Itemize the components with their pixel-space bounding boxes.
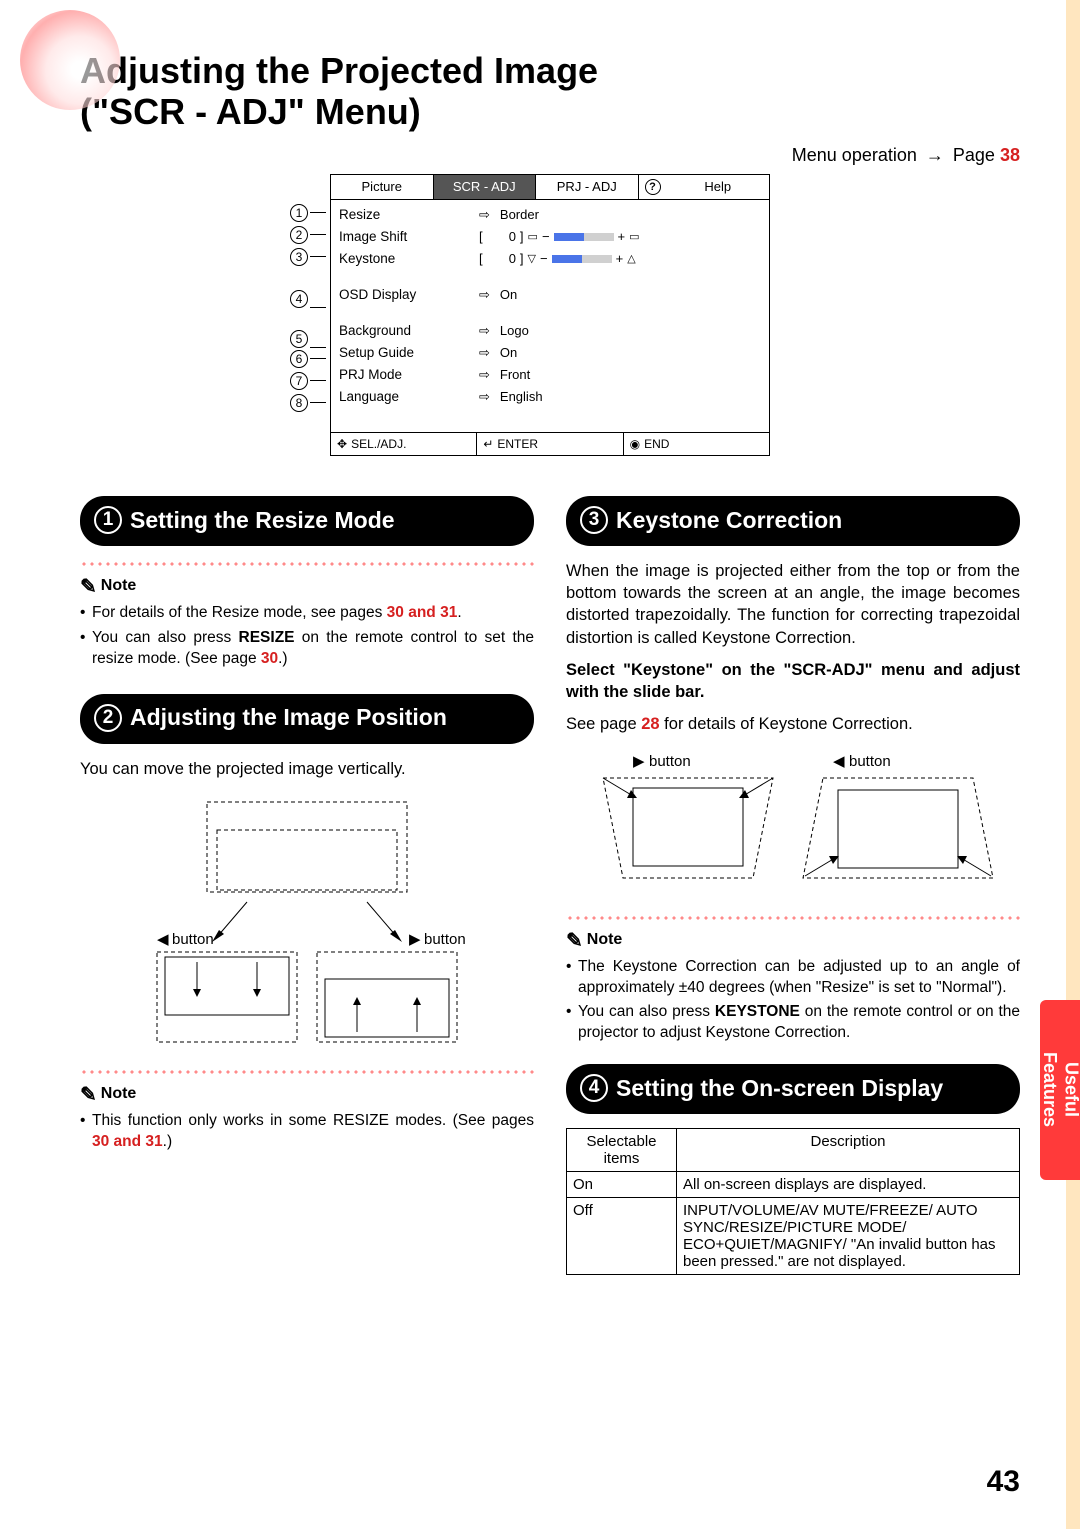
note-icon: ✎ — [80, 574, 97, 599]
note-icon: ✎ — [80, 1082, 97, 1107]
note-icon: ✎ — [566, 928, 583, 953]
section-3-instruction: Select "Keystone" on the "SCR-ADJ" menu … — [566, 659, 1020, 704]
menu-footer-end: ◉END — [624, 433, 769, 455]
side-tab-useful-features: UsefulFeatures — [1040, 1000, 1080, 1180]
title-line2: ("SCR - ADJ" Menu) — [80, 91, 421, 132]
dpad-icon: ✥ — [337, 437, 347, 451]
menu-footer-enter: ↵ENTER — [477, 433, 623, 455]
image-shift-diagram: ◀ button ▶ button — [80, 792, 534, 1052]
tab-prj-adj: PRJ - ADJ — [536, 175, 639, 200]
note-list: This function only works in some RESIZE … — [80, 1111, 534, 1153]
left-column: 1 Setting the Resize Mode ✎ Note For det… — [80, 486, 534, 1276]
dotted-separator — [566, 914, 1020, 922]
svg-text:◀: ◀ — [157, 931, 169, 948]
title-line1: Adjusting the Projected Image — [80, 50, 598, 91]
menu-row-numbers: 1 2 3 4 5 6 7 8 — [290, 202, 326, 414]
section-3-heading: 3 Keystone Correction — [566, 496, 1020, 546]
osd-table: Selectable items Description On All on-s… — [566, 1128, 1020, 1275]
svg-text:button: button — [649, 753, 691, 770]
note-heading: ✎ Note — [566, 928, 1020, 953]
button-label: button — [424, 931, 466, 948]
menu-tabs: Picture SCR - ADJ PRJ - ADJ ? Help — [331, 175, 769, 200]
slider-icon — [552, 255, 612, 263]
page-title: Adjusting the Projected Image ("SCR - AD… — [80, 50, 1020, 133]
table-row: On All on-screen displays are displayed. — [567, 1172, 1020, 1198]
end-icon: ◉ — [630, 437, 640, 451]
svg-text:◀: ◀ — [833, 753, 845, 770]
dotted-separator — [80, 560, 534, 568]
menu-operation-ref: Menu operation → Page 38 — [80, 145, 1020, 166]
note-list: The Keystone Correction can be adjusted … — [566, 957, 1020, 1045]
section-2-heading: 2 Adjusting the Image Position — [80, 694, 534, 744]
section-2-intro: You can move the projected image vertica… — [80, 758, 534, 780]
section-3-intro: When the image is projected either from … — [566, 560, 1020, 649]
menu-footer-sel: ✥SEL./ADJ. — [331, 433, 477, 455]
decorative-blob — [20, 10, 120, 110]
tab-picture: Picture — [331, 175, 434, 200]
menu-screenshot: 1 2 3 4 5 6 7 8 Picture SCR - ADJ PRJ - … — [80, 174, 1020, 456]
note-heading: ✎ Note — [80, 1082, 534, 1107]
section-1-heading: 1 Setting the Resize Mode — [80, 496, 534, 546]
tab-scr-adj: SCR - ADJ — [434, 175, 537, 200]
enter-icon: ↵ — [483, 437, 493, 451]
page-number: 43 — [987, 1465, 1020, 1499]
tab-help: Help — [667, 175, 770, 200]
section-3-see: See page 28 for details of Keystone Corr… — [566, 713, 1020, 735]
note-list: For details of the Resize mode, see page… — [80, 603, 534, 670]
right-column: 3 Keystone Correction When the image is … — [566, 486, 1020, 1276]
dotted-separator — [80, 1068, 534, 1076]
arrow-right-icon: → — [926, 145, 944, 165]
svg-text:button: button — [849, 753, 891, 770]
help-icon: ? — [639, 175, 667, 200]
button-label: button — [172, 931, 214, 948]
note-heading: ✎ Note — [80, 574, 534, 599]
section-4-heading: 4 Setting the On-screen Display — [566, 1064, 1020, 1114]
table-row: Off INPUT/VOLUME/AV MUTE/FREEZE/ AUTO SY… — [567, 1198, 1020, 1275]
slider-icon — [554, 233, 614, 241]
page-content: Adjusting the Projected Image ("SCR - AD… — [0, 0, 1080, 1529]
svg-text:▶: ▶ — [409, 931, 421, 948]
keystone-diagram: ▶ button ◀ button — [566, 748, 1020, 898]
svg-text:▶: ▶ — [633, 753, 645, 770]
